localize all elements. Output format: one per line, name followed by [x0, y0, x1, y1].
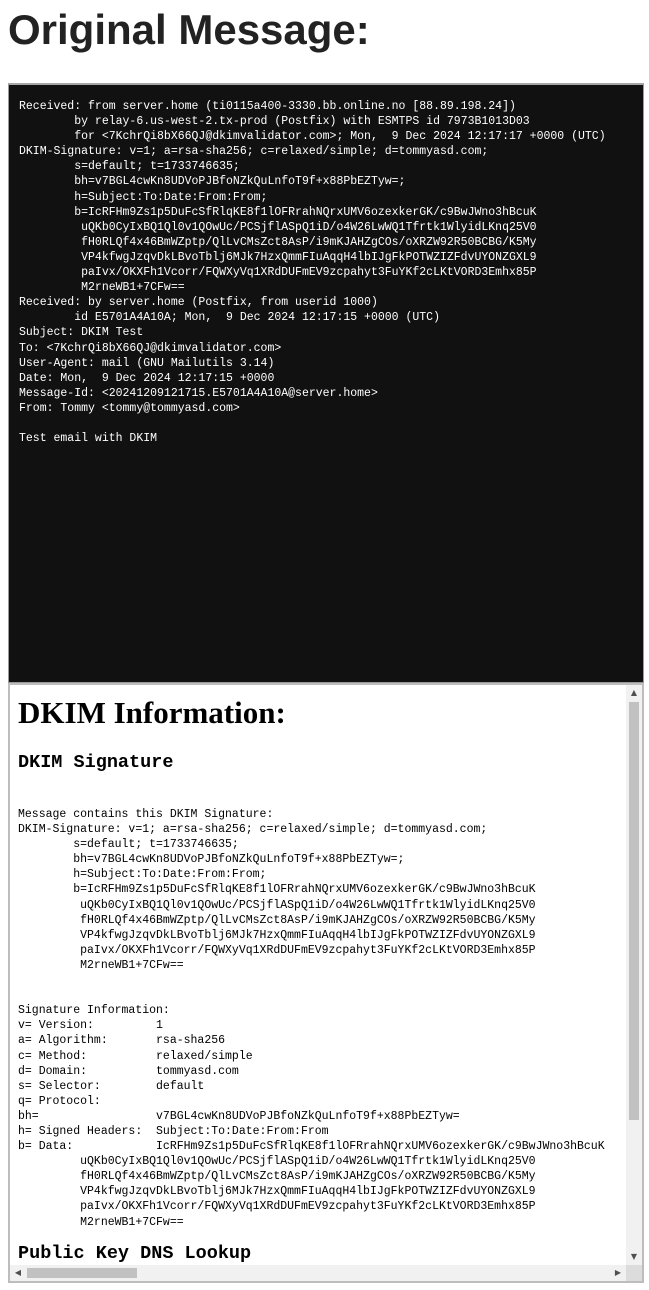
public-key-dns-heading: Public Key DNS Lookup	[18, 1243, 252, 1264]
dkim-signature-details: Message contains this DKIM Signature: DK…	[18, 808, 605, 1229]
horizontal-scrollbar[interactable]: ◀ ▶	[10, 1265, 626, 1281]
dkim-signature-heading: DKIM Signature	[18, 752, 174, 773]
vertical-scroll-thumb[interactable]	[629, 702, 639, 1120]
dkim-info-heading: DKIM Information:	[18, 695, 286, 730]
raw-message-text: Received: from server.home (ti0115a400-3…	[19, 100, 606, 446]
dkim-info-content: DKIM Information: DKIM Signature Message…	[10, 685, 626, 1265]
vertical-scrollbar[interactable]: ▲ ▼	[626, 685, 642, 1265]
scroll-up-arrow-icon[interactable]: ▲	[626, 685, 642, 701]
dkim-info-frame[interactable]: DKIM Information: DKIM Signature Message…	[8, 683, 644, 1283]
scroll-left-arrow-icon[interactable]: ◀	[10, 1265, 26, 1281]
scrollbar-corner	[626, 1265, 642, 1281]
scroll-right-arrow-icon[interactable]: ▶	[610, 1265, 626, 1281]
page-title: Original Message:	[8, 6, 370, 53]
scroll-down-arrow-icon[interactable]: ▼	[626, 1249, 642, 1265]
horizontal-scroll-thumb[interactable]	[27, 1268, 137, 1278]
raw-message-panel: Received: from server.home (ti0115a400-3…	[8, 83, 644, 683]
